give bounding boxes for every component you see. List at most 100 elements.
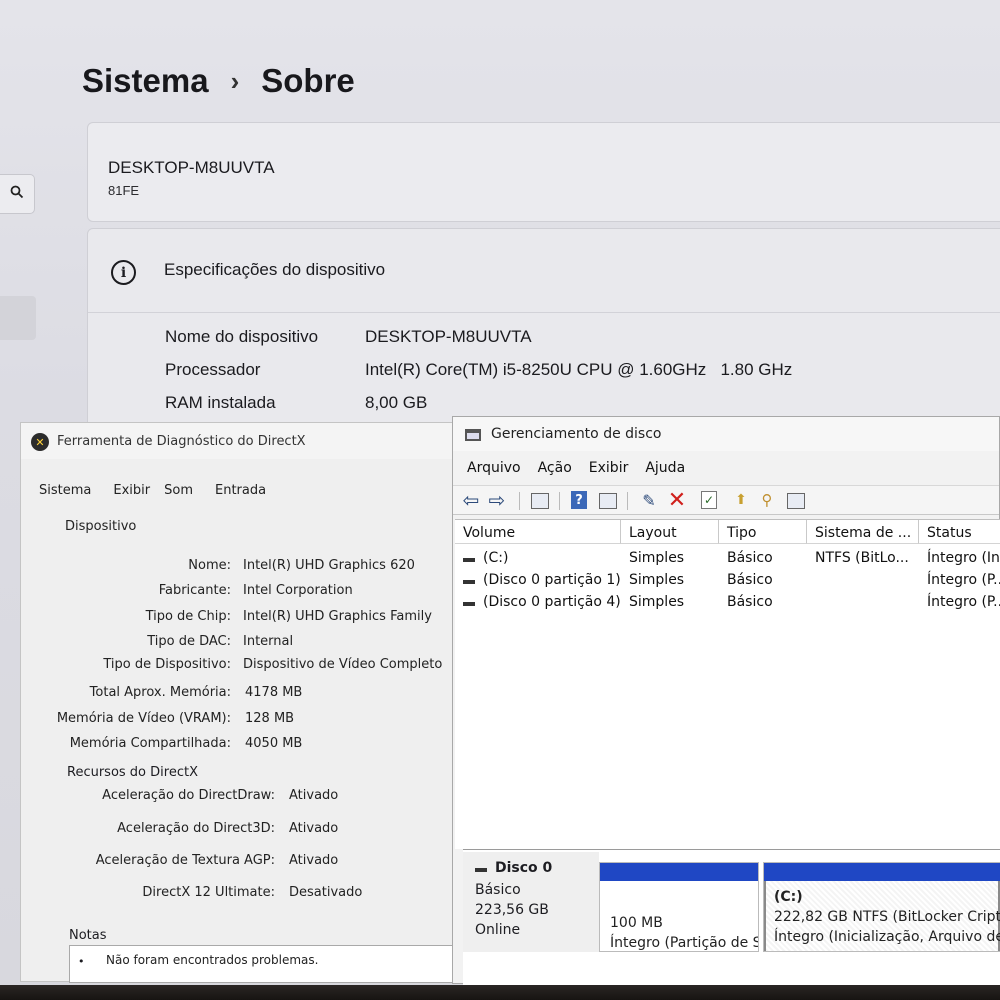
settings-icon[interactable] bbox=[787, 493, 805, 509]
console-icon[interactable] bbox=[599, 493, 617, 509]
cell-layout: Simples bbox=[629, 550, 685, 566]
column-status[interactable]: Status bbox=[919, 520, 1000, 544]
tab-sistema[interactable]: Sistema bbox=[39, 483, 91, 498]
row-label: DirectX 12 Ultimate: bbox=[142, 885, 275, 900]
note-text: Não foram encontrados problemas. bbox=[106, 953, 319, 967]
volume-icon bbox=[463, 558, 475, 562]
disk-management-window: Gerenciamento de disco Arquivo Ação Exib… bbox=[452, 416, 1000, 985]
back-arrow-icon[interactable]: ⇦ bbox=[461, 488, 481, 512]
row-label: Tipo de DAC: bbox=[147, 634, 231, 649]
properties-icon[interactable] bbox=[531, 493, 549, 509]
row-value: Ativado bbox=[289, 853, 339, 868]
row-value: Desativado bbox=[289, 885, 363, 900]
row-value: Ativado bbox=[289, 821, 339, 836]
device-model: 81FE bbox=[108, 183, 140, 198]
directx-icon: ✕ bbox=[31, 433, 49, 451]
notes-box[interactable]: • Não foram encontrados problemas. bbox=[69, 945, 461, 983]
menu-ajuda[interactable]: Ajuda bbox=[645, 460, 685, 476]
partition-status: Íntegro (Inicialização, Arquivo de bbox=[774, 929, 1000, 945]
connect-icon[interactable]: ✎ bbox=[639, 490, 659, 510]
disk-label[interactable]: Disco 0 Básico 223,56 GB Online bbox=[463, 852, 599, 952]
cell-status: Íntegro (P... bbox=[927, 594, 1000, 610]
spec-label: RAM instalada bbox=[165, 393, 276, 412]
partition-size: 222,82 GB NTFS (BitLocker Criptog bbox=[774, 909, 1000, 925]
spec-row: RAM instalada 8,00 GB bbox=[165, 393, 427, 413]
table-row[interactable]: (Disco 0 partição 4) Simples Básico Ínte… bbox=[455, 594, 1000, 616]
column-filesystem[interactable]: Sistema de ... bbox=[807, 520, 919, 544]
features-group-title: Recursos do DirectX bbox=[67, 765, 198, 780]
table-row[interactable]: (C:) Simples Básico NTFS (BitLo... Ínteg… bbox=[455, 550, 1000, 572]
disk-size: 223,56 GB bbox=[475, 902, 549, 918]
tab-entrada[interactable]: Entrada bbox=[215, 483, 266, 498]
chevron-right-icon: › bbox=[230, 65, 240, 96]
cell-type: Básico bbox=[727, 572, 773, 588]
row-value: Intel Corporation bbox=[243, 583, 353, 598]
spec-row: Processador Intel(R) Core(TM) i5-8250U C… bbox=[165, 360, 792, 380]
page-title: Sobre bbox=[261, 62, 355, 99]
breadcrumb-parent[interactable]: Sistema bbox=[82, 62, 209, 100]
row-value: 4050 MB bbox=[245, 736, 303, 751]
volume-icon bbox=[463, 580, 475, 584]
cell-status: Íntegro (In bbox=[927, 550, 1000, 566]
dxdiag-titlebar[interactable]: ✕ Ferramenta de Diagnóstico do DirectX bbox=[21, 423, 461, 459]
row-label: Aceleração de Textura AGP: bbox=[95, 853, 275, 868]
screen-bezel bbox=[0, 985, 1000, 1000]
disk-state: Online bbox=[475, 922, 521, 938]
partition-status: Íntegro (Partição de S bbox=[610, 935, 759, 951]
tab-exibir[interactable]: Exibir bbox=[113, 483, 150, 498]
delete-icon[interactable]: ✕ bbox=[667, 488, 687, 513]
row-value: Intel(R) UHD Graphics 620 bbox=[243, 558, 415, 573]
menubar: Arquivo Ação Exibir Ajuda bbox=[467, 460, 702, 476]
row-label: Aceleração do Direct3D: bbox=[117, 821, 275, 836]
cell-fs: NTFS (BitLo... bbox=[815, 550, 909, 566]
spec-value: DESKTOP-M8UUVTA bbox=[365, 327, 532, 346]
cell-type: Básico bbox=[727, 550, 773, 566]
specs-header[interactable]: i Especificações do dispositivo bbox=[88, 229, 1000, 313]
column-volume[interactable]: Volume bbox=[455, 520, 621, 544]
row-label: Tipo de Dispositivo: bbox=[103, 657, 231, 672]
info-icon: i bbox=[111, 260, 136, 285]
diskmgmt-titlebar[interactable]: Gerenciamento de disco bbox=[453, 417, 999, 451]
cell-type: Básico bbox=[727, 594, 773, 610]
disk-icon bbox=[475, 868, 487, 872]
check-icon[interactable]: ✓ bbox=[701, 491, 717, 509]
row-label: Total Aprox. Memória: bbox=[89, 685, 231, 700]
spec-value: Intel(R) Core(TM) i5-8250U CPU @ 1.60GHz… bbox=[365, 360, 793, 379]
spec-value: 8,00 GB bbox=[365, 393, 428, 412]
search-icon[interactable]: ⚲ bbox=[757, 490, 777, 510]
nav-item[interactable] bbox=[0, 296, 36, 340]
disk-name: Disco 0 bbox=[495, 860, 553, 876]
cell-layout: Simples bbox=[629, 594, 685, 610]
menu-acao[interactable]: Ação bbox=[538, 460, 572, 476]
dxdiag-tabs: Sistema Exibir Som Entrada bbox=[39, 483, 288, 498]
column-layout[interactable]: Layout bbox=[621, 520, 719, 544]
cell-volume: (Disco 0 partição 4) bbox=[483, 594, 621, 610]
help-icon[interactable]: ? bbox=[571, 491, 587, 509]
device-card[interactable]: DESKTOP-M8UUVTA 81FE bbox=[87, 122, 1000, 222]
menu-exibir[interactable]: Exibir bbox=[589, 460, 629, 476]
row-value: 4178 MB bbox=[245, 685, 303, 700]
partition-block[interactable]: (C:) 222,82 GB NTFS (BitLocker Criptog Í… bbox=[763, 862, 1000, 952]
breadcrumb: Sistema › Sobre bbox=[82, 62, 355, 100]
disk-map: Disco 0 Básico 223,56 GB Online 100 MB Í… bbox=[463, 849, 1000, 985]
partition-size: 100 MB bbox=[610, 915, 663, 931]
row-value: Internal bbox=[243, 634, 294, 649]
row-value: Ativado bbox=[289, 788, 339, 803]
volume-icon bbox=[463, 602, 475, 606]
table-row[interactable]: (Disco 0 partição 1) Simples Básico Ínte… bbox=[455, 572, 1000, 594]
cell-status: Íntegro (P... bbox=[927, 572, 1000, 588]
dxdiag-title: Ferramenta de Diagnóstico do DirectX bbox=[57, 434, 306, 449]
tab-som[interactable]: Som bbox=[164, 483, 193, 498]
up-icon[interactable]: ⬆ bbox=[731, 490, 751, 510]
column-tipo[interactable]: Tipo bbox=[719, 520, 807, 544]
cell-volume: (Disco 0 partição 1) bbox=[483, 572, 621, 588]
partition-block[interactable]: 100 MB Íntegro (Partição de S bbox=[599, 862, 759, 952]
specs-title: Especificações do dispositivo bbox=[164, 260, 386, 279]
device-group-title: Dispositivo bbox=[65, 519, 137, 534]
dxdiag-window: ✕ Ferramenta de Diagnóstico do DirectX S… bbox=[20, 422, 462, 983]
row-label: Tipo de Chip: bbox=[145, 609, 231, 624]
forward-arrow-icon[interactable]: ⇨ bbox=[487, 488, 507, 512]
search-button[interactable] bbox=[0, 174, 35, 214]
search-icon bbox=[10, 185, 24, 204]
menu-arquivo[interactable]: Arquivo bbox=[467, 460, 521, 476]
